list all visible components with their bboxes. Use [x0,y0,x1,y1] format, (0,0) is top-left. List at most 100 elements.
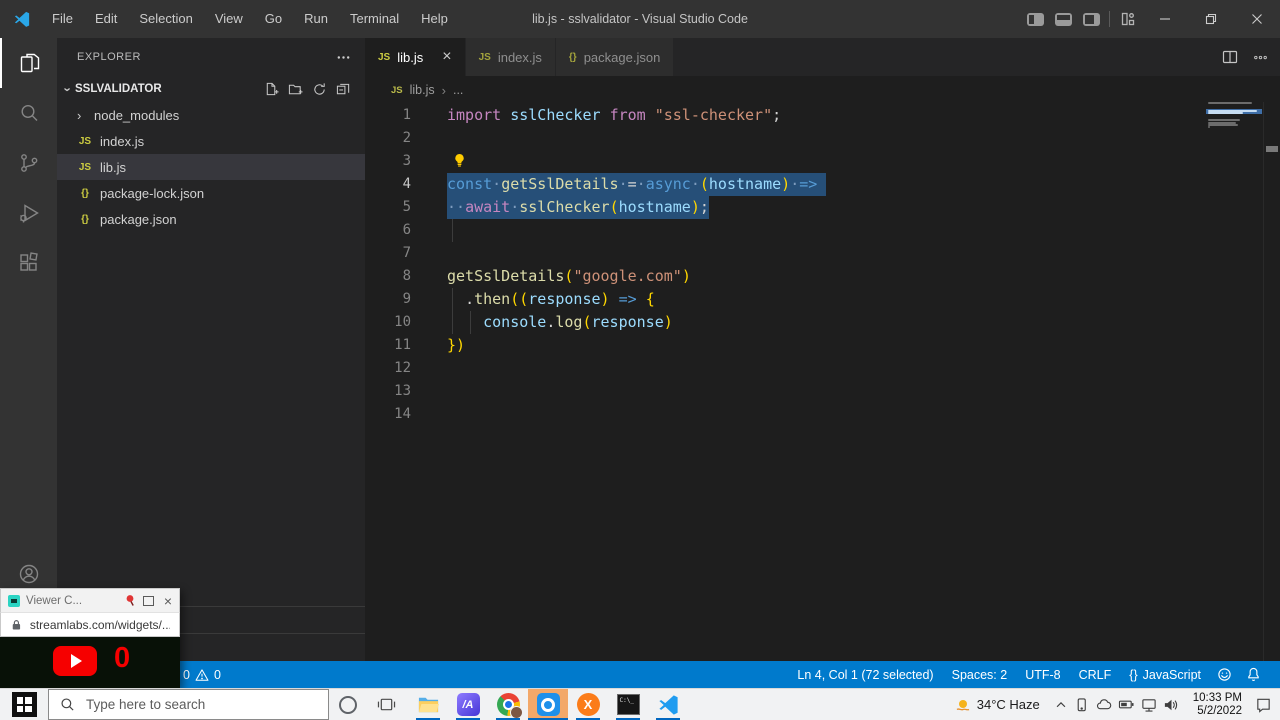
hidden-icons-chevron[interactable] [1054,698,1068,712]
tab-package.json[interactable]: {}package.json [556,38,674,76]
indent-guide [452,219,453,242]
explorer-icon[interactable] [0,38,57,88]
notifications-bell-icon[interactable] [1239,667,1268,682]
new-file-icon[interactable] [264,82,279,97]
extensions-icon[interactable] [0,238,57,288]
command-prompt-icon[interactable]: C:\_ [608,689,648,720]
more-actions-icon[interactable] [336,50,351,65]
file-item-index.js[interactable]: JSindex.js [57,128,365,154]
weather-widget[interactable]: 34°C Haze [954,696,1040,714]
line-number: 4 [365,173,411,196]
menu-edit[interactable]: Edit [84,0,128,38]
battery-icon[interactable] [1118,697,1135,712]
overlay-address-bar[interactable]: streamlabs.com/widgets/... [0,612,180,637]
restore-button[interactable] [1188,0,1234,38]
search-input[interactable] [84,696,308,713]
taskbar-search[interactable] [48,689,329,720]
network-icon[interactable] [1141,697,1157,713]
code-line-11[interactable]: 11}) [365,334,1206,357]
sun-haze-icon [954,696,972,714]
status-language-mode[interactable]: {}JavaScript [1120,668,1210,682]
streamlabs-icon[interactable] [528,689,568,720]
file-label: package-lock.json [100,186,204,201]
maximize-icon[interactable] [143,596,154,606]
code-line-14[interactable]: 14 [365,403,1206,426]
xampp-icon[interactable]: X [568,689,608,720]
file-item-lib.js[interactable]: JSlib.js [57,154,365,180]
status-cursor-position[interactable]: Ln 4, Col 1 (72 selected) [788,668,942,682]
warning-count: 0 [214,668,221,682]
status-indentation[interactable]: Spaces: 2 [943,668,1017,682]
cortana-button[interactable] [329,689,367,720]
tab-lib.js[interactable]: JSlib.js× [365,38,466,76]
code-line-5[interactable]: 5··await·sslChecker(hostname); [365,196,1206,219]
more-actions-icon[interactable] [1253,50,1268,65]
file-item-package.json[interactable]: {}package.json [57,206,365,232]
start-button[interactable] [0,689,48,720]
overlay-url[interactable]: streamlabs.com/widgets/... [30,618,170,632]
volume-icon[interactable] [1163,697,1180,713]
customize-layout-icon[interactable] [1114,0,1142,38]
status-encoding[interactable]: UTF-8 [1016,668,1069,682]
taskbar-clock[interactable]: 10:33 PM 5/2/2022 [1193,692,1242,718]
breadcrumb[interactable]: JS lib.js › ... [365,76,1280,104]
file-explorer-icon[interactable] [408,689,448,720]
minimap[interactable] [1206,102,1262,182]
menu-help[interactable]: Help [410,0,459,38]
feedback-icon[interactable] [1210,667,1239,682]
app-ia-icon[interactable]: /A [448,689,488,720]
action-center-icon[interactable] [1255,696,1272,713]
code-line-10[interactable]: 10 console.log(response) [365,311,1206,334]
code-line-7[interactable]: 7 [365,242,1206,265]
code-line-4[interactable]: 4const·getSslDetails·=·async·(hostname)·… [365,173,1206,196]
code-line-12[interactable]: 12 [365,357,1206,380]
scrollbar[interactable] [1263,102,1280,661]
lock-icon [10,618,23,631]
breadcrumb-file[interactable]: lib.js [410,83,435,97]
code-line-8[interactable]: 8getSslDetails("google.com") [365,265,1206,288]
tab-index.js[interactable]: JSindex.js [466,38,556,76]
code-line-6[interactable]: 6 [365,219,1206,242]
menu-terminal[interactable]: Terminal [339,0,410,38]
code-line-13[interactable]: 13 [365,380,1206,403]
toggle-sidebar-icon[interactable] [1021,0,1049,38]
code-line-1[interactable]: 1import sslChecker from "ssl-checker"; [365,104,1206,127]
menu-file[interactable]: File [41,0,84,38]
menu-selection[interactable]: Selection [128,0,203,38]
search-icon[interactable] [0,88,57,138]
close-icon[interactable]: × [164,594,172,608]
your-phone-icon[interactable] [1074,697,1089,713]
file-tree: ›node_modulesJSindex.jsJSlib.js{}package… [57,102,365,232]
chrome-icon[interactable] [488,689,528,720]
code-line-2[interactable]: 2 [365,127,1206,150]
toggle-panel-icon[interactable] [1049,0,1077,38]
refresh-icon[interactable] [312,82,327,97]
split-editor-icon[interactable] [1222,49,1238,65]
divider [1109,11,1110,27]
file-item-node_modules[interactable]: ›node_modules [57,102,365,128]
new-folder-icon[interactable] [288,82,303,97]
status-eol[interactable]: CRLF [1070,668,1121,682]
task-view-button[interactable] [367,689,405,720]
breadcrumb-symbol[interactable]: ... [453,83,463,97]
toggle-secondary-sidebar-icon[interactable] [1077,0,1105,38]
collapse-folders-icon[interactable] [336,82,351,97]
onedrive-cloud-icon[interactable] [1095,697,1112,712]
minimize-button[interactable] [1142,0,1188,38]
close-button[interactable] [1234,0,1280,38]
menu-run[interactable]: Run [293,0,339,38]
source-control-icon[interactable] [0,138,57,188]
overlay-title-bar[interactable]: Viewer C... × [0,588,180,612]
file-item-package-lock.json[interactable]: {}package-lock.json [57,180,365,206]
menu-go[interactable]: Go [254,0,293,38]
code-line-9[interactable]: 9 .then((response) => { [365,288,1206,311]
close-tab-icon[interactable]: × [442,49,451,65]
run-and-debug-icon[interactable] [0,188,57,238]
menu-view[interactable]: View [204,0,254,38]
vscode-icon[interactable] [648,689,688,720]
code-editor[interactable]: 1import sslChecker from "ssl-checker";23… [365,104,1206,661]
lightbulb-icon[interactable] [452,153,467,168]
workspace-section-header[interactable]: › SSLVALIDATOR [57,76,365,102]
code-line-3[interactable]: 3 [365,150,1206,173]
pin-icon[interactable] [124,594,137,607]
